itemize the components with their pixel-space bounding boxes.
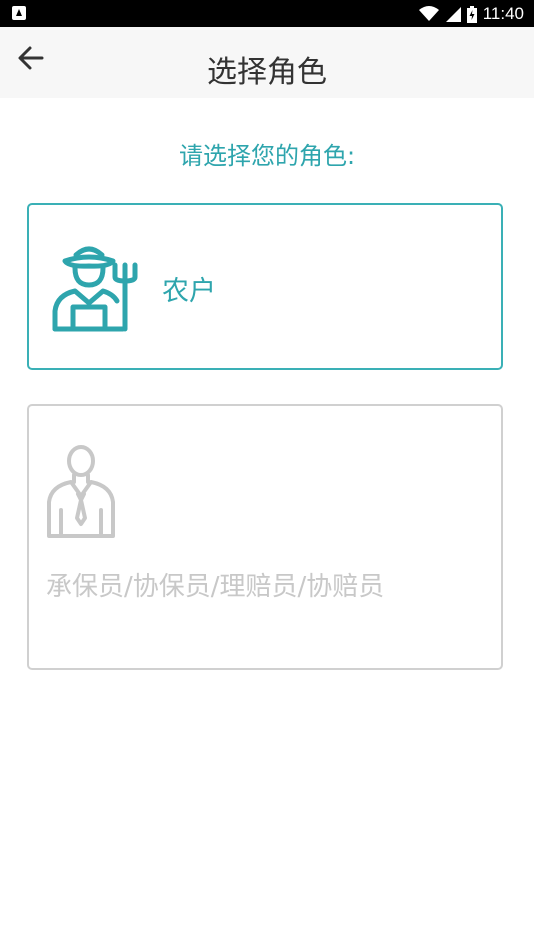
wifi-icon <box>418 6 439 21</box>
page-title: 选择角色 <box>207 55 327 90</box>
role-label-farmer: 农户 <box>162 276 216 307</box>
role-prompt: 请选择您的角色: <box>178 142 356 170</box>
status-indicators: 11:40 <box>418 3 524 25</box>
farmer-icon <box>52 246 138 332</box>
cellular-signal-icon <box>445 7 461 22</box>
status-bar: 11:40 <box>0 0 534 27</box>
role-card-farmer[interactable]: 农户 <box>27 203 503 370</box>
role-label-staff: 承保员/协保员/理赔员/协赔员 <box>46 572 385 602</box>
app-notification-icon <box>12 6 26 20</box>
staff-person-icon <box>47 445 115 538</box>
status-time: 11:40 <box>482 4 524 23</box>
role-card-staff[interactable]: 承保员/协保员/理赔员/协赔员 <box>27 404 503 670</box>
battery-icon <box>466 5 477 23</box>
app-bar: 选择角色 <box>0 27 534 98</box>
